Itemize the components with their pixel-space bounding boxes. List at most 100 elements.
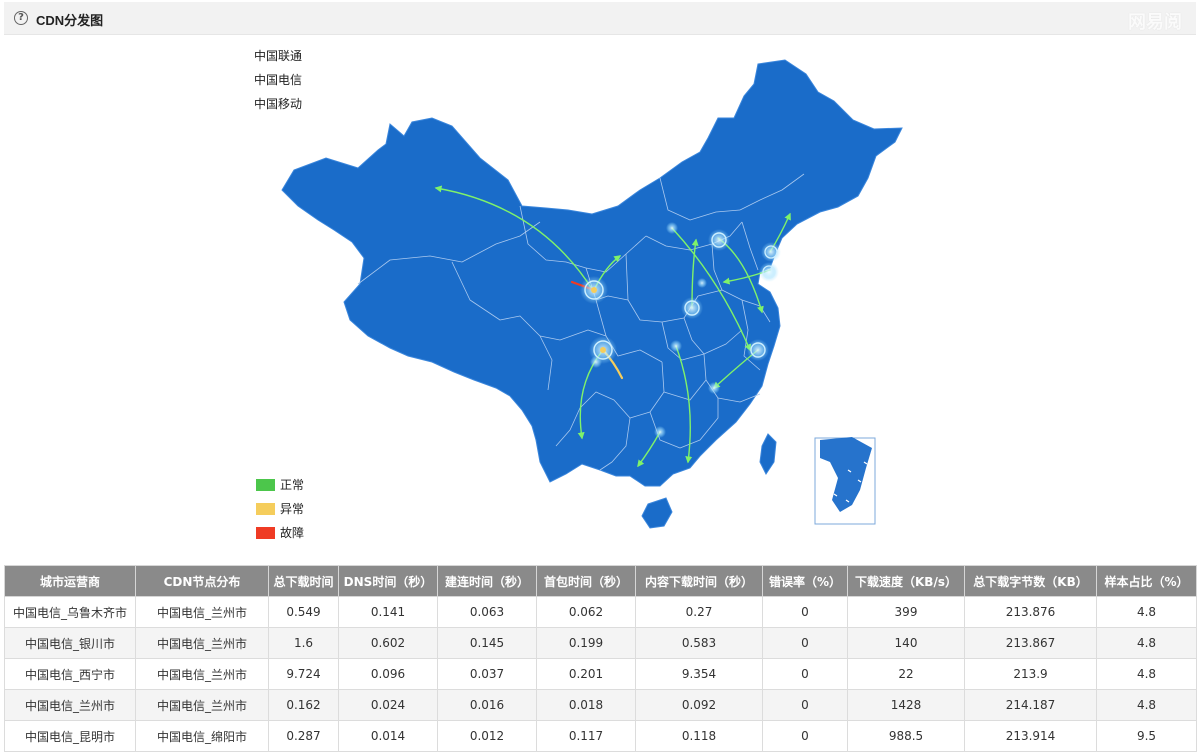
table-row[interactable]: 中国电信_银川市 中国电信_兰州市 1.6 0.602 0.145 0.199 … xyxy=(4,627,1197,659)
taiwan-island-shape xyxy=(759,433,777,475)
swatch-normal xyxy=(256,479,275,491)
column-header[interactable]: 错误率（%） xyxy=(762,565,848,597)
table-cell: 0.117 xyxy=(536,720,636,752)
table-cell: 4.8 xyxy=(1096,596,1197,628)
table-cell: 中国电信_绵阳市 xyxy=(135,720,269,752)
table-cell: 1.6 xyxy=(268,627,339,659)
table-cell: 中国电信_西宁市 xyxy=(4,658,136,690)
table-cell: 0.062 xyxy=(536,596,636,628)
node-zhengzhou xyxy=(681,297,703,319)
column-header[interactable]: DNS时间（秒） xyxy=(338,565,438,597)
table-cell: 0 xyxy=(762,627,848,659)
legend-status-fault[interactable]: 故障 xyxy=(256,524,304,548)
table-cell: 213.876 xyxy=(964,596,1097,628)
legend-operator-mobile[interactable]: 中国移动 xyxy=(254,95,302,119)
table-cell: 213.9 xyxy=(964,658,1097,690)
table-cell: 0.583 xyxy=(635,627,763,659)
table-header-row: 城市运营商 CDN节点分布 总下载时间 DNS时间（秒） 建连时间（秒） 首包时… xyxy=(4,565,1197,597)
legend-operator-telecom[interactable]: 中国电信 xyxy=(254,71,302,95)
node-lanzhou xyxy=(580,276,608,304)
table-cell: 0.096 xyxy=(338,658,438,690)
table-cell: 中国电信_兰州市 xyxy=(135,596,269,628)
table-cell: 213.914 xyxy=(964,720,1097,752)
column-header[interactable]: 首包时间（秒） xyxy=(536,565,636,597)
status-legend: 正常 异常 故障 xyxy=(256,476,304,548)
node-qingdao xyxy=(759,262,779,282)
table-cell: 0 xyxy=(762,596,848,628)
node-shanghai xyxy=(747,339,769,361)
table-cell: 0 xyxy=(762,658,848,690)
table-cell: 4.8 xyxy=(1096,658,1197,690)
table-cell: 0.018 xyxy=(536,689,636,721)
legend-status-label: 正常 xyxy=(280,478,305,492)
table-cell: 0.063 xyxy=(437,596,537,628)
table-cell: 0 xyxy=(762,720,848,752)
table-cell: 0.012 xyxy=(437,720,537,752)
table-cell: 9.724 xyxy=(268,658,339,690)
table-cell: 140 xyxy=(847,627,965,659)
column-header[interactable]: 总下载时间 xyxy=(268,565,339,597)
table-cell: 0.014 xyxy=(338,720,438,752)
table-cell: 4.8 xyxy=(1096,627,1197,659)
table-cell: 中国电信_银川市 xyxy=(4,627,136,659)
table-cell: 9.5 xyxy=(1096,720,1197,752)
table-cell: 0.118 xyxy=(635,720,763,752)
table-cell: 988.5 xyxy=(847,720,965,752)
table-row[interactable]: 中国电信_西宁市 中国电信_兰州市 9.724 0.096 0.037 0.20… xyxy=(4,658,1197,690)
column-header[interactable]: CDN节点分布 xyxy=(135,565,269,597)
column-header[interactable]: 城市运营商 xyxy=(4,565,136,597)
table-cell: 0.162 xyxy=(268,689,339,721)
table-row[interactable]: 中国电信_昆明市 中国电信_绵阳市 0.287 0.014 0.012 0.11… xyxy=(4,720,1197,752)
operator-legend: 中国联通 中国电信 中国移动 xyxy=(254,47,302,119)
node-guilin xyxy=(654,426,666,438)
table-cell: 0 xyxy=(762,689,848,721)
cdn-stats-table: 城市运营商 CDN节点分布 总下载时间 DNS时间（秒） 建连时间（秒） 首包时… xyxy=(4,565,1197,752)
column-header[interactable]: 建连时间（秒） xyxy=(437,565,537,597)
legend-status-abnormal[interactable]: 异常 xyxy=(256,500,304,524)
table-cell: 中国电信_兰州市 xyxy=(4,689,136,721)
table-cell: 4.8 xyxy=(1096,689,1197,721)
legend-status-normal[interactable]: 正常 xyxy=(256,476,304,500)
table-cell: 中国电信_乌鲁木齐市 xyxy=(4,596,136,628)
cdn-distribution-map[interactable] xyxy=(0,0,1200,560)
table-cell: 0.145 xyxy=(437,627,537,659)
table-cell: 0.27 xyxy=(635,596,763,628)
legend-operator-unicom[interactable]: 中国联通 xyxy=(254,47,302,71)
table-cell: 0.199 xyxy=(536,627,636,659)
table-row[interactable]: 中国电信_乌鲁木齐市 中国电信_兰州市 0.549 0.141 0.063 0.… xyxy=(4,596,1197,628)
table-row[interactable]: 中国电信_兰州市 中国电信_兰州市 0.162 0.024 0.016 0.01… xyxy=(4,689,1197,721)
table-cell: 0.024 xyxy=(338,689,438,721)
table-cell: 0.141 xyxy=(338,596,438,628)
column-header[interactable]: 总下载字节数（KB） xyxy=(964,565,1097,597)
node-tianjin xyxy=(666,222,678,234)
table-cell: 0.016 xyxy=(437,689,537,721)
node-shijiazhuang xyxy=(697,278,707,288)
table-cell: 22 xyxy=(847,658,965,690)
china-mainland-shape xyxy=(281,59,903,487)
table-cell: 1428 xyxy=(847,689,965,721)
table-cell: 9.354 xyxy=(635,658,763,690)
node-nanchang xyxy=(708,382,720,394)
table-cell: 0.287 xyxy=(268,720,339,752)
column-header[interactable]: 下载速度（KB/s） xyxy=(847,565,965,597)
table-cell: 0.037 xyxy=(437,658,537,690)
table-cell: 中国电信_兰州市 xyxy=(135,689,269,721)
column-header[interactable]: 样本占比（%） xyxy=(1096,565,1197,597)
node-wuhan xyxy=(670,340,682,352)
table-cell: 214.187 xyxy=(964,689,1097,721)
column-header[interactable]: 内容下载时间（秒） xyxy=(635,565,763,597)
table-cell: 399 xyxy=(847,596,965,628)
table-cell: 中国电信_昆明市 xyxy=(4,720,136,752)
swatch-abnormal xyxy=(256,503,275,515)
swatch-fault xyxy=(256,527,275,539)
table-cell: 213.867 xyxy=(964,627,1097,659)
table-cell: 0.092 xyxy=(635,689,763,721)
south-china-sea-inset xyxy=(814,437,876,525)
node-beijing xyxy=(708,229,730,251)
table-cell: 0.201 xyxy=(536,658,636,690)
legend-status-label: 故障 xyxy=(280,526,305,540)
table-cell: 0.549 xyxy=(268,596,339,628)
legend-status-label: 异常 xyxy=(280,502,305,516)
table-cell: 0.602 xyxy=(338,627,438,659)
table-cell: 中国电信_兰州市 xyxy=(135,658,269,690)
